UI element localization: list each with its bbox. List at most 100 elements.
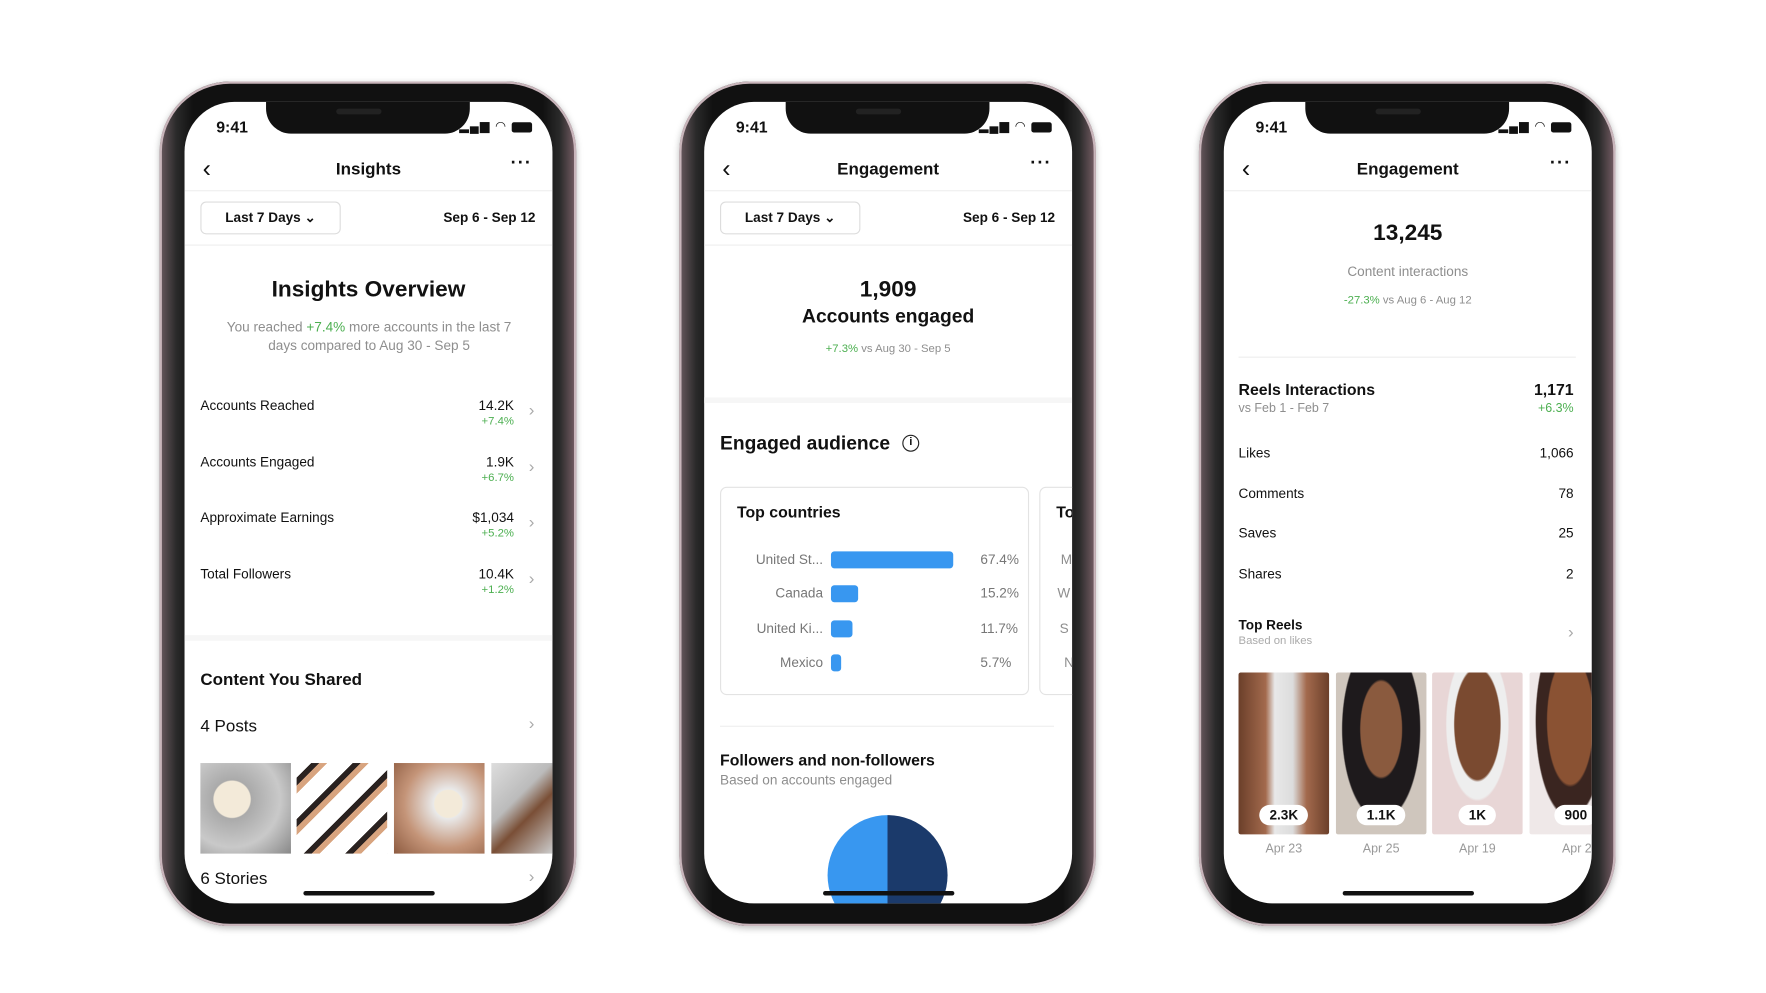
delta-compare: vs Aug 30 - Sep 5 [858,343,951,356]
country-bar [830,620,853,638]
status-time: 9:41 [216,117,248,136]
wifi-icon: ◠ [495,120,508,134]
home-indicator [1342,890,1474,896]
page-title: Engagement [1356,159,1459,179]
post-thumbnail[interactable] [393,763,485,854]
overview-delta: +7.4% [306,319,346,336]
reels-interactions-value: 1,171 [1533,380,1574,399]
chevron-right-icon: › [528,867,535,887]
metric-label: Total Followers [200,566,291,582]
country-bar [830,551,954,569]
breakdown-value: 78 [1558,485,1574,502]
status-time: 9:41 [735,117,768,136]
row-label: N [1064,654,1072,670]
chevron-down-icon: ⌄ [824,209,836,226]
phone-engagement-content: 9:41 ▂▄▆ ◠ ‹ Engagement ··· 13,245 Conte… [1198,81,1616,927]
row-label: M [1060,551,1073,568]
metric-value: 1.9K [486,453,514,470]
date-range: Sep 6 - Sep 12 [962,209,1056,226]
breakdown-label: Likes [1238,444,1271,461]
engaged-audience-title: Engaged audience [720,432,891,454]
status-time: 9:41 [1255,117,1288,136]
phone-insights: 9:41 ▂▄▆ ◠ ‹ Insights ··· Last 7 Days ⌄ … [159,81,577,927]
notch [1305,101,1510,134]
content-section-title: Content You Shared [200,670,363,690]
overview-description: You reached +7.4% more accounts in the l… [216,318,522,354]
followers-subtitle: Based on accounts engaged [720,772,893,788]
reel-thumbnail[interactable]: 2.3K [1238,672,1330,835]
metric-value: 10.4K [478,566,514,582]
home-indicator [303,890,435,896]
reel-likes: 1K [1458,804,1497,826]
metric-label: Approximate Earnings [200,509,335,526]
row-label: S [1059,620,1069,637]
date-range-dropdown[interactable]: Last 7 Days ⌄ [720,201,861,235]
dropdown-label: Last 7 Days [744,209,821,226]
reel-date: Apr 2 [1561,842,1592,856]
status-icons: ▂▄▆ ◠ [459,119,533,134]
content-interactions-count: 13,245 [1373,220,1443,246]
country-label: Canada [775,585,824,602]
more-options-icon[interactable]: ··· [1550,154,1571,174]
next-card[interactable]: To M W S N [1039,486,1073,696]
accounts-engaged-count: 1,909 [859,277,917,303]
card-title: To [1056,502,1072,521]
breakdown-label: Comments [1238,485,1305,502]
info-icon[interactable]: i [902,434,920,452]
more-options-icon[interactable]: ··· [511,154,532,174]
breakdown-value: 25 [1558,525,1574,542]
battery-icon [1031,121,1052,132]
date-range-dropdown[interactable]: Last 7 Days ⌄ [200,201,341,235]
delta-value: +7.3% [825,343,859,356]
reel-date: Apr 19 [1459,842,1496,856]
row-label: W [1057,585,1071,602]
followers-title: Followers and non-followers [720,750,935,769]
reel-thumbnail[interactable]: 1.1K [1335,672,1427,835]
status-icons: ▂▄▆ ◠ [1498,119,1572,134]
post-thumbnail[interactable] [296,763,388,854]
chevron-down-icon: ⌄ [304,209,316,226]
reel-likes: 1.1K [1356,804,1406,826]
status-icons: ▂▄▆ ◠ [979,119,1052,134]
phone-engagement-accounts: 9:41 ▂▄▆ ◠ ‹ Engagement ··· Last 7 Days … [679,81,1096,927]
home-indicator [823,890,955,896]
battery-icon [511,121,533,132]
reel-thumbnail[interactable]: 1K [1432,672,1523,835]
reel-date: Apr 25 [1362,842,1400,856]
post-thumbnail[interactable] [200,763,291,854]
chevron-right-icon: › [528,400,535,421]
signal-icon: ▂▄▆ [1498,120,1530,134]
signal-icon: ▂▄▆ [459,120,491,134]
delta-compare: vs Aug 6 - Aug 12 [1379,294,1472,307]
screen: 9:41 ▂▄▆ ◠ ‹ Engagement ··· 13,245 Conte… [1223,101,1592,904]
reel-likes: 2.3K [1259,804,1309,826]
notch [785,101,990,134]
overview-title: Insights Overview [271,277,466,303]
engaged-delta: +7.3% vs Aug 30 - Sep 5 [704,343,1072,355]
metric-delta: +1.2% [481,584,514,597]
breakdown-value: 1,066 [1539,444,1574,461]
more-options-icon[interactable]: ··· [1030,154,1051,174]
screen: 9:41 ▂▄▆ ◠ ‹ Engagement ··· Last 7 Days … [704,101,1073,904]
metric-value: $1,034 [472,509,514,526]
dropdown-label: Last 7 Days [225,209,301,226]
page-title: Insights [335,159,402,179]
reel-thumbnail[interactable]: 900 [1529,672,1592,835]
country-percent: 15.2% [980,585,1019,602]
country-bar [830,654,842,672]
reels-delta: +6.3% [1537,401,1574,416]
post-thumbnail[interactable] [491,763,553,854]
top-reels-title: Top Reels [1238,616,1303,633]
country-label: United Ki... [756,620,824,637]
country-percent: 5.7% [980,654,1012,671]
metric-delta: +7.4% [481,415,514,428]
card-title: Top countries [736,502,841,521]
country-percent: 67.4% [980,551,1019,568]
metric-delta: +6.7% [481,472,514,485]
reels-compare: vs Feb 1 - Feb 7 [1238,401,1330,416]
reel-date: Apr 23 [1265,842,1303,856]
metric-value: 14.2K [478,397,514,414]
interactions-delta: -27.3% vs Aug 6 - Aug 12 [1224,294,1592,306]
screen: 9:41 ▂▄▆ ◠ ‹ Insights ··· Last 7 Days ⌄ … [184,101,553,904]
chevron-right-icon: › [528,714,535,734]
